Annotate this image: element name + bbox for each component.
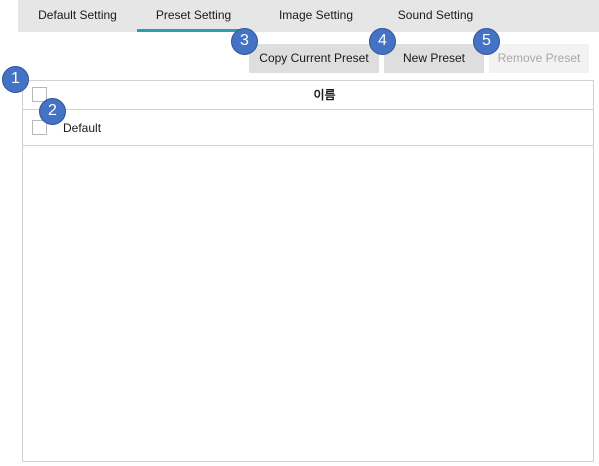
settings-tab-bar: Default Setting Preset Setting Image Set… bbox=[18, 0, 599, 32]
tab-preset-setting[interactable]: Preset Setting bbox=[137, 0, 250, 32]
remove-preset-button[interactable]: Remove Preset bbox=[489, 44, 589, 73]
tab-sound-setting[interactable]: Sound Setting bbox=[378, 0, 493, 32]
callout-badge-1: 1 bbox=[2, 66, 29, 93]
preset-list: 이름 Default bbox=[22, 80, 594, 462]
new-preset-button[interactable]: New Preset bbox=[384, 44, 484, 73]
name-column-header[interactable]: 이름 bbox=[56, 81, 593, 109]
preset-list-header: 이름 bbox=[23, 81, 593, 110]
callout-badge-3: 3 bbox=[231, 28, 258, 55]
tab-image-setting[interactable]: Image Setting bbox=[258, 0, 374, 32]
callout-badge-4: 4 bbox=[369, 28, 396, 55]
callout-badge-2: 2 bbox=[39, 98, 66, 125]
preset-row-default[interactable]: Default bbox=[23, 110, 593, 146]
copy-current-preset-button[interactable]: Copy Current Preset bbox=[249, 44, 379, 73]
preset-row-name: Default bbox=[63, 121, 102, 135]
tab-default-setting[interactable]: Default Setting bbox=[18, 0, 137, 32]
callout-badge-5: 5 bbox=[473, 28, 500, 55]
